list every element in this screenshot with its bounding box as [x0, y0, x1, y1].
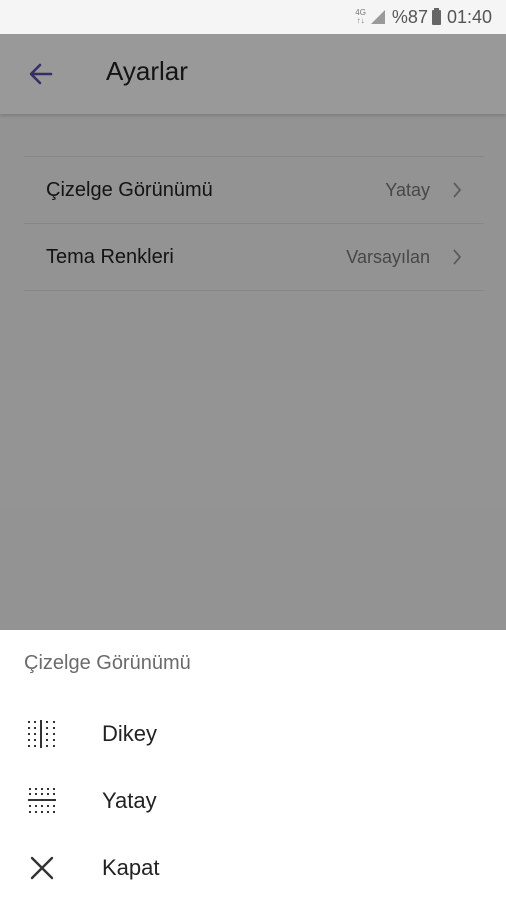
- battery-icon: [431, 7, 441, 25]
- option-label: Kapat: [102, 855, 160, 880]
- option-label: Yatay: [102, 788, 157, 813]
- close-icon: [30, 856, 54, 880]
- option-label: Dikey: [102, 721, 158, 746]
- battery-percentage: %87: [391, 6, 428, 27]
- option-close[interactable]: Kapat: [0, 838, 506, 898]
- sheet-title: Çizelge Görünümü: [24, 652, 191, 674]
- modal-scrim[interactable]: [0, 34, 506, 630]
- signal-icon: [370, 10, 385, 24]
- status-bar: 4G ↑↓ %87 01:40: [0, 0, 506, 34]
- network-activity: ↑↓: [356, 16, 365, 25]
- network-indicator: 4G ↑↓: [355, 9, 366, 25]
- option-vertical[interactable]: Dikey: [0, 704, 506, 764]
- vertical-layout-icon: [28, 720, 55, 748]
- bottom-sheet: Çizelge Görünümü Dikey Yatay Kapat: [0, 630, 506, 900]
- clock: 01:40: [446, 6, 492, 27]
- horizontal-layout-icon: [28, 788, 56, 813]
- option-horizontal[interactable]: Yatay: [0, 771, 506, 831]
